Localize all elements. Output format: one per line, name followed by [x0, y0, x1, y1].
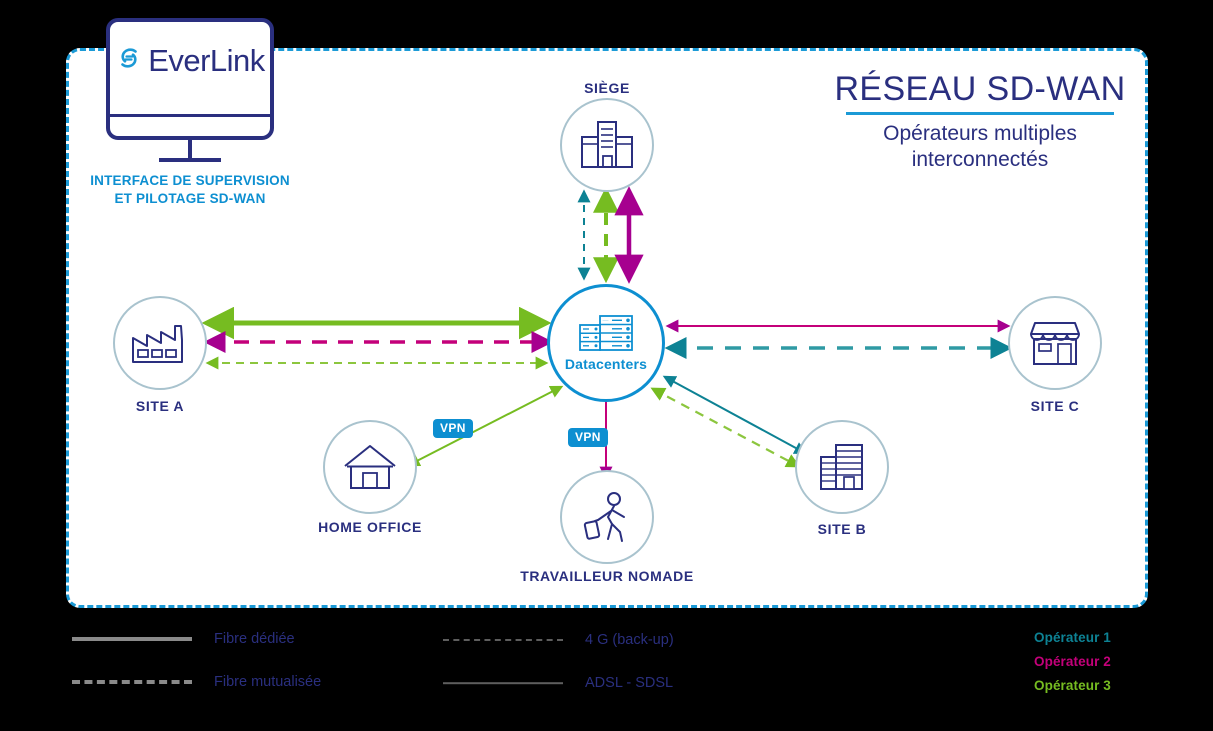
monitor-stand-neck: [188, 140, 192, 160]
node-site-b[interactable]: [795, 420, 889, 514]
supervision-monitor: EverLink: [106, 18, 274, 140]
legend: Fibre dédiée Fibre mutualisée 4 G (back-…: [0, 612, 1213, 722]
diagram-heading: RÉSEAU SD-WAN Opérateurs multiples inter…: [820, 70, 1140, 174]
legend-item-fibre-dediee: Fibre dédiée: [72, 631, 295, 647]
node-label-nomad: TRAVAILLEUR NOMADE: [520, 568, 694, 584]
operator-1-label: Opérateur 1: [1034, 630, 1111, 645]
everlink-logo-text: EverLink: [148, 43, 265, 78]
everlink-logo: EverLink: [110, 44, 270, 77]
operator-legend: Opérateur 1 Opérateur 2 Opérateur 3: [1034, 626, 1111, 698]
node-label-site-c: SITE C: [1030, 398, 1080, 414]
monitor-stand-base: [159, 158, 221, 162]
node-site-a[interactable]: [113, 296, 207, 390]
legend-label-adsl-sdsl: ADSL - SDSL: [585, 675, 674, 691]
supervision-caption-line2: ET PILOTAGE SD-WAN: [114, 191, 266, 207]
title-underline: [846, 112, 1114, 116]
vpn-badge-nomad: VPN: [568, 428, 608, 447]
storefront-icon: [1030, 322, 1080, 365]
vpn-badge-home-office: VPN: [433, 419, 473, 438]
legend-label-fibre-dediee: Fibre dédiée: [214, 631, 295, 647]
subtitle-line1: Opérateurs multiples: [883, 122, 1077, 146]
node-label-siege: SIÈGE: [584, 80, 630, 96]
page-subtitle: Opérateurs multiples interconnectés: [820, 121, 1140, 174]
legend-swatch-dash-thick: [72, 675, 192, 689]
legend-swatch-dash-thin: [443, 633, 563, 647]
building-icon: [820, 444, 863, 490]
traveler-icon: [583, 492, 625, 542]
everlink-swirl-icon: [115, 44, 143, 77]
node-siege[interactable]: [560, 98, 654, 192]
operator-3-label: Opérateur 3: [1034, 678, 1111, 694]
office-building-icon: [581, 121, 633, 168]
subtitle-line2: interconnectés: [911, 148, 1049, 172]
supervision-caption-line1: INTERFACE DE SUPERVISION: [90, 173, 290, 188]
monitor-divider: [110, 114, 270, 117]
legend-label-4g: 4 G (back-up): [585, 632, 674, 648]
diagram-canvas: EverLink INTERFACE DE SUPERVISION ET PIL…: [0, 0, 1213, 731]
node-label-datacenters: Datacenters: [564, 356, 648, 372]
legend-swatch-solid-thin: [443, 676, 563, 690]
node-label-home-office: HOME OFFICE: [318, 519, 422, 535]
house-icon: [344, 445, 396, 489]
node-label-site-a: SITE A: [135, 398, 185, 414]
page-title: RÉSEAU SD-WAN: [834, 70, 1126, 108]
node-site-c[interactable]: [1008, 296, 1102, 390]
supervision-caption: INTERFACE DE SUPERVISION ET PILOTAGE SD-…: [40, 172, 340, 208]
legend-item-adsl-sdsl: ADSL - SDSL: [443, 675, 673, 691]
factory-icon: [132, 325, 183, 363]
legend-item-fibre-mutualisee: Fibre mutualisée: [72, 674, 321, 690]
node-home-office[interactable]: [323, 420, 417, 514]
legend-swatch-solid-thick: [72, 632, 192, 646]
operator-2-label: Opérateur 2: [1034, 654, 1111, 670]
server-rack-icon: [579, 315, 633, 351]
node-datacenters[interactable]: Datacenters: [547, 284, 665, 402]
legend-item-4g: 4 G (back-up): [443, 632, 674, 648]
node-nomad[interactable]: [560, 470, 654, 564]
node-label-site-b: SITE B: [817, 521, 867, 537]
legend-label-fibre-mutualisee: Fibre mutualisée: [214, 674, 322, 690]
